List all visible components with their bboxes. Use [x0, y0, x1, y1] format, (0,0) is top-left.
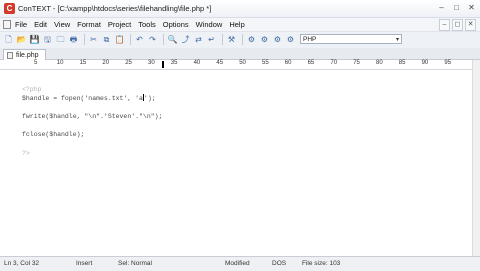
ruler: 5 10 15 20 25 30 35 40 45 50 55 60 65 70 75 80 85 90 95 [0, 60, 480, 70]
undo-icon[interactable]: ↶ [134, 34, 145, 45]
maximize-button[interactable]: □ [451, 3, 462, 13]
paste-icon[interactable]: 📋 [114, 34, 125, 45]
close-button[interactable]: ✕ [466, 3, 477, 13]
code-line-3: fwrite($handle, "\n".'Steven'."\n"); [22, 113, 163, 120]
ruler-number: 85 [398, 60, 406, 66]
title-bar: C ConTEXT - [C:\xampp\htdocs\series\file… [0, 0, 480, 18]
doc-close-button[interactable]: ✕ [465, 19, 476, 31]
window-title: ConTEXT - [C:\xampp\htdocs\series\fileha… [18, 4, 212, 13]
copy-icon[interactable]: ⧉ [101, 34, 112, 45]
menu-file[interactable]: File [15, 20, 27, 29]
ruler-number: 95 [444, 60, 452, 66]
chevron-down-icon: ▾ [395, 37, 399, 43]
ruler-number: 10 [56, 60, 64, 66]
open-file-icon[interactable]: 📂 [16, 34, 27, 45]
menu-options[interactable]: Options [163, 20, 189, 29]
save-icon[interactable]: 💾 [29, 34, 40, 45]
ruler-number: 80 [376, 60, 383, 66]
tab-label: file.php [16, 51, 39, 59]
menu-project[interactable]: Project [108, 20, 131, 29]
status-format: DOS [272, 260, 287, 267]
ruler-number: 20 [102, 60, 110, 66]
language-select[interactable]: PHP ▾ [300, 34, 402, 44]
status-bar: Ln 3, Col 32 Insert Sel: Normal Modified… [0, 256, 480, 271]
ruler-number: 5 [34, 60, 38, 66]
doc-restore-button[interactable]: ◻ [452, 19, 463, 31]
ruler-number: 60 [284, 60, 292, 66]
menu-help[interactable]: Help [229, 20, 244, 29]
ruler-number: 35 [170, 60, 178, 66]
app-icon: C [4, 3, 15, 14]
ruler-number: 50 [239, 60, 246, 66]
toolbar-buttons: 🗋 📂 💾 🖫 🗀 🖶 ✂ ⧉ 📋 ↶ ↷ 🔍 ⤴ ⇄ ↵ ⚒ ⚙ ⚙ ⚙ ⚙ [3, 34, 298, 45]
word-wrap-icon[interactable]: ↵ [206, 34, 217, 45]
window-controls: – □ ✕ [436, 3, 477, 13]
tab-bar: file.php [0, 48, 480, 60]
ruler-number: 55 [262, 60, 269, 66]
redo-icon[interactable]: ↷ [147, 34, 158, 45]
toolbar-separator [130, 34, 131, 45]
find-next-icon[interactable]: ⤴ [180, 34, 191, 45]
status-selection: Sel: Normal [118, 260, 152, 267]
doc-minimize-button[interactable]: – [439, 19, 450, 31]
tab-file-php[interactable]: file.php [3, 49, 46, 60]
run-4-icon[interactable]: ⚙ [285, 34, 296, 45]
code-line-2-end: '); [143, 95, 156, 102]
menu-format[interactable]: Format [77, 20, 101, 29]
ruler-cursor-marker [162, 61, 164, 68]
language-select-value: PHP [303, 36, 317, 43]
close-file-icon[interactable]: 🗀 [55, 34, 66, 45]
ruler-number: 65 [307, 60, 315, 66]
code-line-1: <?php [22, 86, 42, 93]
status-mode: Insert [76, 260, 93, 267]
toolbar-separator [242, 34, 243, 45]
status-filesize: File size: 103 [302, 260, 341, 267]
toolbar: 🗋 📂 💾 🖫 🗀 🖶 ✂ ⧉ 📋 ↶ ↷ 🔍 ⤴ ⇄ ↵ ⚒ ⚙ ⚙ ⚙ ⚙ PHP ▾ [0, 31, 480, 49]
document-icon[interactable] [3, 20, 11, 29]
vertical-scrollbar[interactable] [472, 60, 480, 256]
run-3-icon[interactable]: ⚙ [272, 34, 283, 45]
print-icon[interactable]: 🖶 [68, 34, 79, 45]
status-position: Ln 3, Col 32 [4, 260, 40, 267]
code-editor[interactable]: <?php $handle = fopen('names.txt', 'a');… [0, 70, 472, 256]
cut-icon[interactable]: ✂ [88, 34, 99, 45]
ruler-number: 90 [421, 60, 429, 66]
code-line-2: $handle = fopen('names.txt', 'a'); [22, 94, 156, 102]
new-file-icon[interactable]: 🗋 [3, 34, 14, 45]
document-window-controls: – ◻ ✕ [439, 19, 476, 31]
toolbar-separator [222, 34, 223, 45]
minimize-button[interactable]: – [436, 3, 447, 13]
menu-edit[interactable]: Edit [34, 20, 47, 29]
run-2-icon[interactable]: ⚙ [259, 34, 270, 45]
ruler-number: 15 [79, 60, 87, 66]
code-line-4: fclose($handle); [22, 131, 85, 138]
ruler-number: 45 [216, 60, 224, 66]
code-line-2-start: $handle = fopen('names.txt', 'a [22, 95, 143, 102]
run-1-icon[interactable]: ⚙ [246, 34, 257, 45]
menu-bar: File Edit View Format Project Tools Opti… [0, 18, 480, 31]
menu-window[interactable]: Window [196, 20, 223, 29]
toolbar-separator [84, 34, 85, 45]
menu-tools[interactable]: Tools [138, 20, 156, 29]
ruler-number: 40 [193, 60, 201, 66]
replace-icon[interactable]: ⇄ [193, 34, 204, 45]
save-all-icon[interactable]: 🖫 [42, 34, 53, 45]
ruler-number: 25 [125, 60, 132, 66]
ruler-number: 75 [353, 60, 360, 66]
ruler-number: 70 [330, 60, 338, 66]
menu-view[interactable]: View [54, 20, 70, 29]
status-state: Modified [225, 260, 250, 267]
ruler-number: 30 [148, 60, 155, 66]
toolbar-separator [163, 34, 164, 45]
find-icon[interactable]: 🔍 [167, 34, 178, 45]
code-line-5: ?> [22, 150, 30, 157]
file-icon [7, 51, 13, 59]
tools-icon[interactable]: ⚒ [226, 34, 237, 45]
